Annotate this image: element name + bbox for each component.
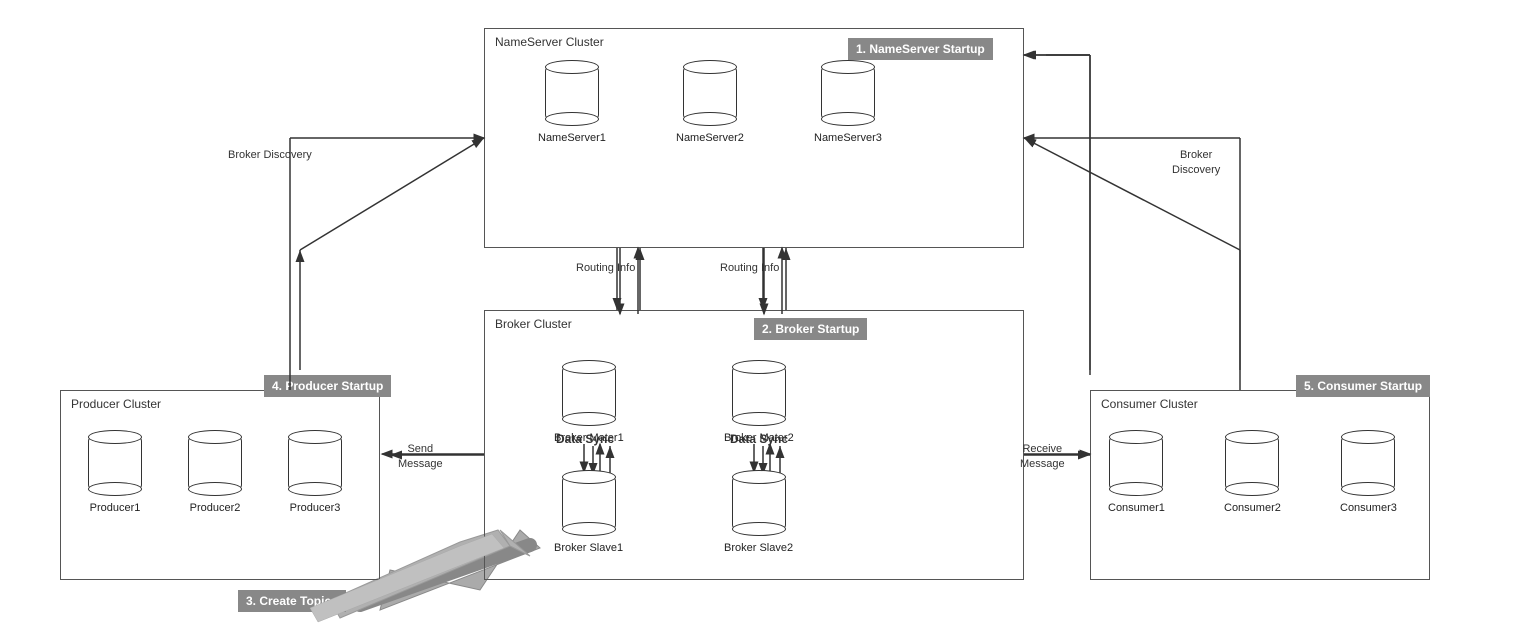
- nameserver1-cylinder: NameServer1: [538, 60, 606, 144]
- consumer3-cylinder: Consumer3: [1340, 430, 1397, 514]
- producer2-cylinder: Producer2: [188, 430, 242, 514]
- nameserver2-label: NameServer2: [676, 132, 744, 144]
- step3-badge: 3. Create Topics: [238, 590, 346, 612]
- cyl-top: [545, 60, 599, 74]
- nameserver3-label: NameServer3: [814, 132, 882, 144]
- send-message-label: SendMessage: [398, 442, 443, 473]
- cyl-top: [683, 60, 737, 74]
- producer1-label: Producer1: [90, 502, 141, 514]
- consumer1-label: Consumer1: [1108, 502, 1165, 514]
- broker-discovery-left-label: Broker Discovery: [228, 148, 312, 163]
- receive-message-label: ReceiveMessage: [1020, 442, 1065, 473]
- data-sync-left-label: Data Sync: [556, 432, 614, 446]
- cyl-top: [1225, 430, 1279, 444]
- producer-cluster-label: Producer Cluster: [71, 397, 161, 411]
- cyl-top: [188, 430, 242, 444]
- cyl-bottom: [288, 482, 342, 496]
- cyl-bottom: [732, 522, 786, 536]
- producer3-cylinder: Producer3: [288, 430, 342, 514]
- cyl-bottom: [732, 412, 786, 426]
- cyl-top: [732, 360, 786, 374]
- cyl-top: [562, 470, 616, 484]
- step5-badge: 5. Consumer Startup: [1296, 375, 1430, 397]
- cyl-top: [732, 470, 786, 484]
- cyl-top: [562, 360, 616, 374]
- broker-discovery-right-label: BrokerDiscovery: [1172, 148, 1220, 179]
- broker-cluster-label: Broker Cluster: [495, 317, 572, 331]
- cyl-bottom: [1109, 482, 1163, 496]
- cyl-bottom: [545, 112, 599, 126]
- nameserver3-cylinder: NameServer3: [814, 60, 882, 144]
- cyl-top: [1341, 430, 1395, 444]
- cyl-bottom: [821, 112, 875, 126]
- consumer2-label: Consumer2: [1224, 502, 1281, 514]
- step1-badge: 1. NameServer Startup: [848, 38, 993, 60]
- cyl-top: [88, 430, 142, 444]
- broker-slave1-label: Broker Slave1: [554, 542, 623, 554]
- producer1-cylinder: Producer1: [88, 430, 142, 514]
- routing-info-left-label: Routing Info: [576, 262, 635, 274]
- step2-badge: 2. Broker Startup: [754, 318, 867, 340]
- broker-slave2-label: Broker Slave2: [724, 542, 793, 554]
- cyl-bottom: [683, 112, 737, 126]
- nameserver-cluster-label: NameServer Cluster: [495, 35, 604, 49]
- broker-slave1-cylinder: Broker Slave1: [554, 470, 623, 554]
- consumer2-cylinder: Consumer2: [1224, 430, 1281, 514]
- consumer1-cylinder: Consumer1: [1108, 430, 1165, 514]
- nameserver2-cylinder: NameServer2: [676, 60, 744, 144]
- producer3-label: Producer3: [290, 502, 341, 514]
- consumer3-label: Consumer3: [1340, 502, 1397, 514]
- producer2-label: Producer2: [190, 502, 241, 514]
- cyl-bottom: [1341, 482, 1395, 496]
- nameserver1-label: NameServer1: [538, 132, 606, 144]
- cyl-bottom: [562, 522, 616, 536]
- consumer-cluster-label: Consumer Cluster: [1101, 397, 1198, 411]
- cyl-bottom: [188, 482, 242, 496]
- cyl-top: [1109, 430, 1163, 444]
- cyl-bottom: [562, 412, 616, 426]
- step4-badge: 4. Producer Startup: [264, 375, 391, 397]
- cyl-bottom: [88, 482, 142, 496]
- broker-slave2-cylinder: Broker Slave2: [724, 470, 793, 554]
- routing-info-right-label: Routing Info: [720, 262, 779, 274]
- cyl-bottom: [1225, 482, 1279, 496]
- data-sync-right-label: Data Sync: [730, 432, 788, 446]
- cyl-top: [821, 60, 875, 74]
- cyl-top: [288, 430, 342, 444]
- architecture-diagram: NameServer Cluster NameServer1 NameServe…: [0, 0, 1520, 640]
